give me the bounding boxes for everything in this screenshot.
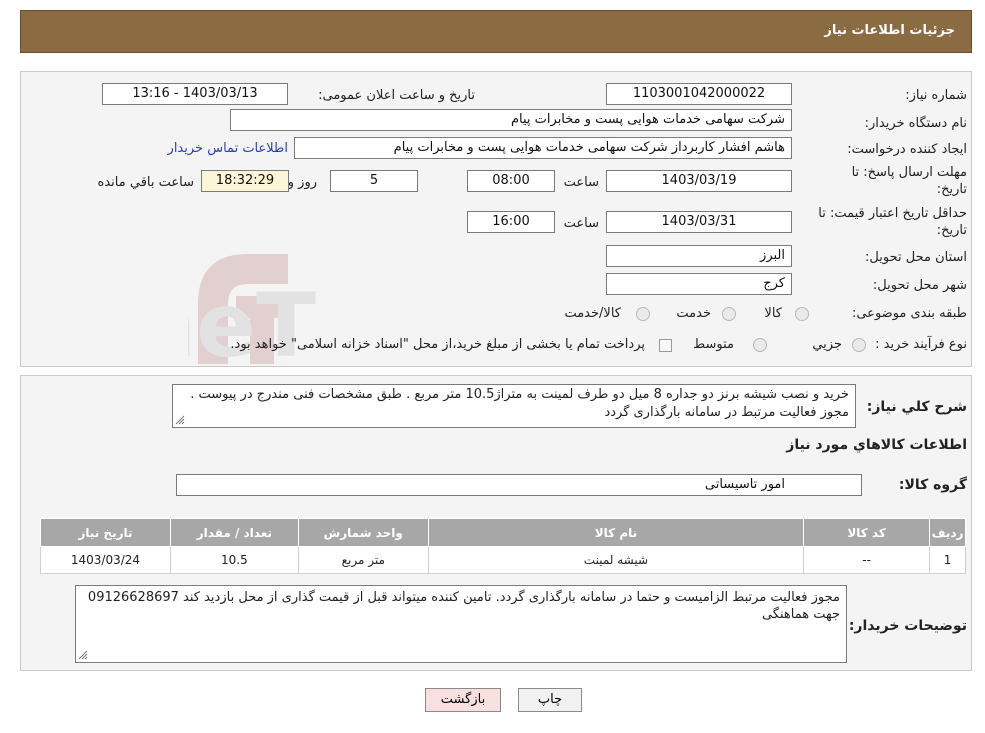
table-row: 1 -- شیشه لمینت متر مربع 10.5 1403/03/24 — [40, 546, 966, 574]
province-field: البرز — [606, 245, 792, 267]
cell-unit: متر مربع — [297, 546, 429, 574]
col-need-date: تاریخ نیاز — [40, 518, 171, 547]
goods-table-header: ردیف کد کالا نام کالا واحد شمارش تعداد /… — [40, 518, 966, 547]
announce-field: 1403/03/13 - 13:16 — [102, 83, 288, 105]
goods-info-title: اطلاعات کالاهاي مورد نياز — [786, 437, 967, 453]
category-goods-label: کالا — [764, 306, 782, 321]
buyer-notes-text: مجوز فعالیت مرتبط الزامیست و حتما در سام… — [87, 590, 840, 622]
validity-label-line1: حداقل تاریخ اعتبار قیمت: تا — [818, 206, 967, 221]
cell-need-date: 1403/03/24 — [40, 546, 171, 574]
col-row-number: ردیف — [929, 518, 966, 547]
summary-textarea: خرید و نصب شیشه برنز دو جداره 8 میل دو ط… — [172, 384, 856, 428]
buyer-contact-link[interactable]: اطلاعات تماس خریدار — [168, 141, 288, 157]
cell-goods-code: -- — [803, 546, 931, 574]
col-quantity: تعداد / مقدار — [169, 518, 299, 547]
category-goods-service-radio[interactable] — [636, 307, 650, 321]
deadline-time-label: ساعت — [563, 175, 599, 190]
announce-label: تاریخ و ساعت اعلان عمومی: — [318, 88, 475, 103]
days-remaining-field: 5 — [330, 170, 418, 192]
process-medium-radio[interactable] — [753, 338, 767, 352]
process-minor-label: جزیي — [812, 337, 842, 352]
treasury-payment-checkbox[interactable] — [659, 339, 672, 352]
process-medium-label: متوسط — [693, 337, 734, 352]
goods-group-label: گروه کالا: — [898, 477, 967, 493]
summary-label: شرح کلي نیاز: — [866, 399, 967, 415]
deadline-label-line2: تاریخ: — [936, 182, 967, 197]
deadline-date-field: 1403/03/19 — [606, 170, 792, 192]
category-goods-radio[interactable] — [795, 307, 809, 321]
page-title: جزئیات اطلاعات نیاز — [824, 23, 955, 38]
need-number-field: 1103001042000022 — [606, 83, 792, 105]
watermark-text: AriaTender.neT — [188, 274, 316, 374]
col-unit: واحد شمارش — [297, 518, 429, 547]
cell-row-number: 1 — [929, 546, 966, 574]
city-field: کرج — [606, 273, 792, 295]
validity-date-field: 1403/03/31 — [606, 211, 792, 233]
validity-label-line2: تاریخ: — [936, 223, 967, 238]
category-service-label: خدمت — [676, 306, 711, 321]
need-number-label: شماره نیاز: — [905, 88, 967, 103]
treasury-payment-note: پرداخت تمام یا بخشی از مبلغ خرید،از محل … — [230, 337, 645, 352]
goods-table: ردیف کد کالا نام کالا واحد شمارش تعداد /… — [40, 518, 966, 574]
city-label: شهر محل تحویل: — [872, 278, 967, 293]
resize-grip-icon[interactable] — [78, 650, 88, 660]
resize-grip-icon[interactable] — [175, 415, 185, 425]
buyer-org-field: شرکت سهامی خدمات هوایی پست و مخابرات پیا… — [230, 109, 792, 131]
col-goods-code: کد کالا — [803, 518, 931, 547]
col-goods-name: نام کالا — [427, 518, 805, 547]
deadline-time-field: 08:00 — [467, 170, 555, 192]
page-header: جزئیات اطلاعات نیاز — [20, 10, 972, 53]
category-label: طبقه بندی موضوعی: — [851, 306, 967, 321]
remaining-time-label: ساعت باقي مانده — [97, 175, 194, 190]
buyer-org-label: نام دستگاه خریدار: — [864, 116, 967, 131]
validity-time-field: 16:00 — [467, 211, 555, 233]
process-minor-radio[interactable] — [852, 338, 866, 352]
buyer-notes-label: توضیحات خریدار: — [848, 618, 967, 634]
category-goods-service-label: کالا/خدمت — [564, 306, 621, 321]
requester-label: ایجاد کننده درخواست: — [847, 142, 967, 157]
category-service-radio[interactable] — [722, 307, 736, 321]
summary-text: خرید و نصب شیشه برنز دو جداره 8 میل دو ط… — [190, 387, 849, 420]
validity-time-label: ساعت — [563, 216, 599, 231]
deadline-label-line1: مهلت ارسال پاسخ: تا — [851, 165, 967, 180]
remaining-time-field: 18:32:29 — [201, 170, 289, 192]
buyer-notes-textarea: مجوز فعالیت مرتبط الزامیست و حتما در سام… — [75, 585, 847, 663]
goods-group-field: امور تاسیساتی — [176, 474, 862, 496]
back-button[interactable]: بازگشت — [425, 688, 501, 712]
cell-goods-name: شیشه لمینت — [427, 546, 805, 574]
province-label: استان محل تحویل: — [865, 250, 967, 265]
days-label: روز و — [287, 175, 317, 190]
print-button[interactable]: چاپ — [518, 688, 582, 712]
requester-field: هاشم افشار کاربرداز شرکت سهامی خدمات هوا… — [294, 137, 792, 159]
cell-quantity: 10.5 — [169, 546, 299, 574]
process-label: نوع فرآیند خرید : — [875, 337, 967, 352]
